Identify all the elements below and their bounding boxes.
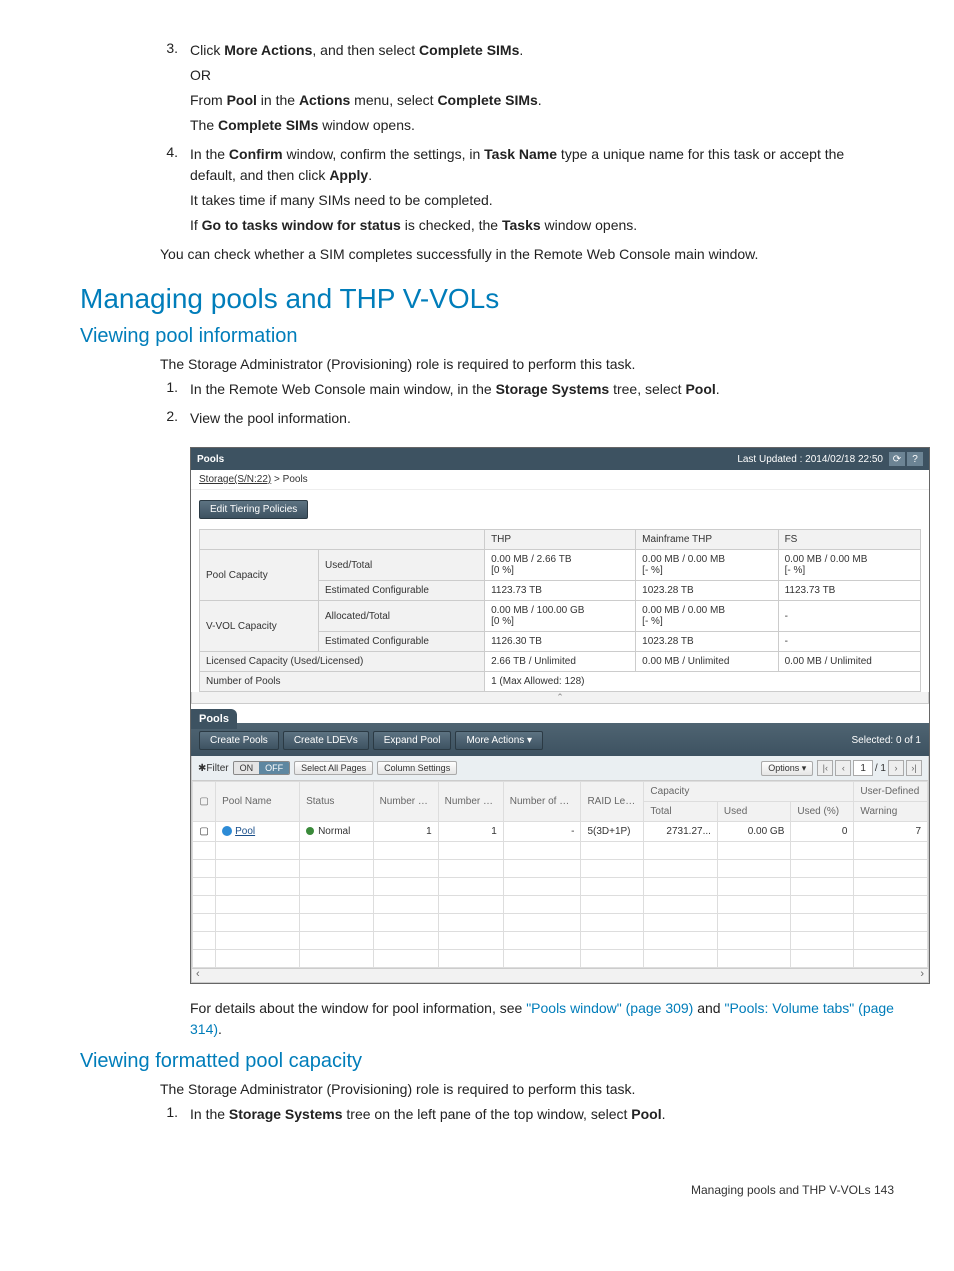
pool-icon [222, 826, 232, 836]
paragraph: You can check whether a SIM completes su… [80, 244, 894, 265]
filter-bar: ✱Filter ONOFF Select All Pages Column Se… [191, 756, 929, 781]
step-text: In the Storage Systems tree on the left … [190, 1104, 894, 1125]
pager: |‹ ‹ 1 / 1 › ›| [817, 760, 922, 776]
more-actions-button[interactable]: More Actions ▾ [455, 731, 543, 750]
screenshot-pools-window: Pools Last Updated : 2014/02/18 22:50 ⟳ … [190, 447, 930, 984]
step-text: It takes time if many SIMs need to be co… [190, 190, 894, 211]
step-text: OR [190, 65, 894, 86]
paragraph: The Storage Administrator (Provisioning)… [80, 354, 894, 375]
horizontal-scrollbar[interactable] [191, 969, 929, 983]
tab-pools[interactable]: Pools [191, 709, 237, 729]
page-last-icon[interactable]: ›| [906, 760, 922, 776]
window-title: Pools [197, 454, 224, 465]
step-text: View the pool information. [190, 408, 894, 429]
expand-pool-button[interactable]: Expand Pool [373, 731, 452, 750]
window-titlebar: Pools Last Updated : 2014/02/18 22:50 ⟳ … [191, 448, 929, 470]
breadcrumb-current: Pools [283, 474, 308, 485]
step-text: If Go to tasks window for status is chec… [190, 215, 894, 236]
refresh-icon[interactable]: ⟳ [889, 452, 905, 466]
options-menu[interactable]: Options ▾ [761, 761, 813, 776]
page-of-label: / 1 [875, 763, 886, 774]
breadcrumb: Storage(S/N:22) > Pools [191, 470, 929, 490]
section-heading: Managing pools and THP V-VOLs [80, 283, 894, 315]
help-icon[interactable]: ? [907, 452, 923, 466]
select-all-checkbox[interactable]: ▢ [193, 782, 216, 822]
subsection-heading: Viewing formatted pool capacity [80, 1050, 894, 1073]
step-number: 1. [160, 379, 190, 404]
step-number: 1. [160, 1104, 190, 1129]
page-first-icon[interactable]: |‹ [817, 760, 833, 776]
create-pools-button[interactable]: Create Pools [199, 731, 279, 750]
step-text: Click More Actions, and then select Comp… [190, 40, 894, 61]
link-pools-window[interactable]: "Pools window" (page 309) [526, 1000, 693, 1016]
create-ldevs-button[interactable]: Create LDEVs [283, 731, 369, 750]
status-normal-icon [306, 827, 314, 835]
row-checkbox[interactable]: ▢ [193, 822, 216, 842]
paragraph: For details about the window for pool in… [80, 998, 894, 1040]
page-footer: Managing pools and THP V-VOLs 143 [0, 1153, 954, 1217]
pool-link[interactable]: Pool [235, 826, 255, 837]
col-thp: THP [485, 530, 636, 550]
page-next-icon[interactable]: › [888, 760, 904, 776]
col-mf-thp: Mainframe THP [636, 530, 778, 550]
step-number: 4. [160, 144, 190, 240]
pools-grid: ▢ Pool Name Status Number of Pool VOLs N… [192, 781, 928, 968]
step-text: From Pool in the Actions menu, select Co… [190, 90, 894, 111]
step-number: 2. [160, 408, 190, 433]
breadcrumb-link[interactable]: Storage(S/N:22) [199, 474, 271, 485]
filter-label: ✱Filter [198, 763, 229, 774]
paragraph: The Storage Administrator (Provisioning)… [80, 1079, 894, 1100]
column-settings-button[interactable]: Column Settings [377, 761, 457, 775]
page-prev-icon[interactable]: ‹ [835, 760, 851, 776]
summary-table: THP Mainframe THP FS Pool Capacity Used/… [199, 529, 921, 692]
selection-count: Selected: 0 of 1 [852, 735, 922, 746]
edit-tiering-policies-button[interactable]: Edit Tiering Policies [199, 500, 308, 519]
step-text: The Complete SIMs window opens. [190, 115, 894, 136]
table-row[interactable]: ▢ Pool Normal 1 1 - 5(3D+1P) 2731.27... … [193, 822, 928, 842]
select-all-pages-button[interactable]: Select All Pages [294, 761, 373, 775]
last-updated-label: Last Updated : 2014/02/18 22:50 [737, 454, 883, 465]
step-text: In the Confirm window, confirm the setti… [190, 144, 894, 186]
pools-toolbar: Create Pools Create LDEVs Expand Pool Mo… [191, 723, 929, 756]
page-number-input[interactable]: 1 [853, 760, 873, 776]
step-number: 3. [160, 40, 190, 140]
step-text: In the Remote Web Console main window, i… [190, 379, 894, 400]
subsection-heading: Viewing pool information [80, 325, 894, 348]
filter-toggle[interactable]: ONOFF [233, 761, 291, 775]
col-fs: FS [778, 530, 920, 550]
